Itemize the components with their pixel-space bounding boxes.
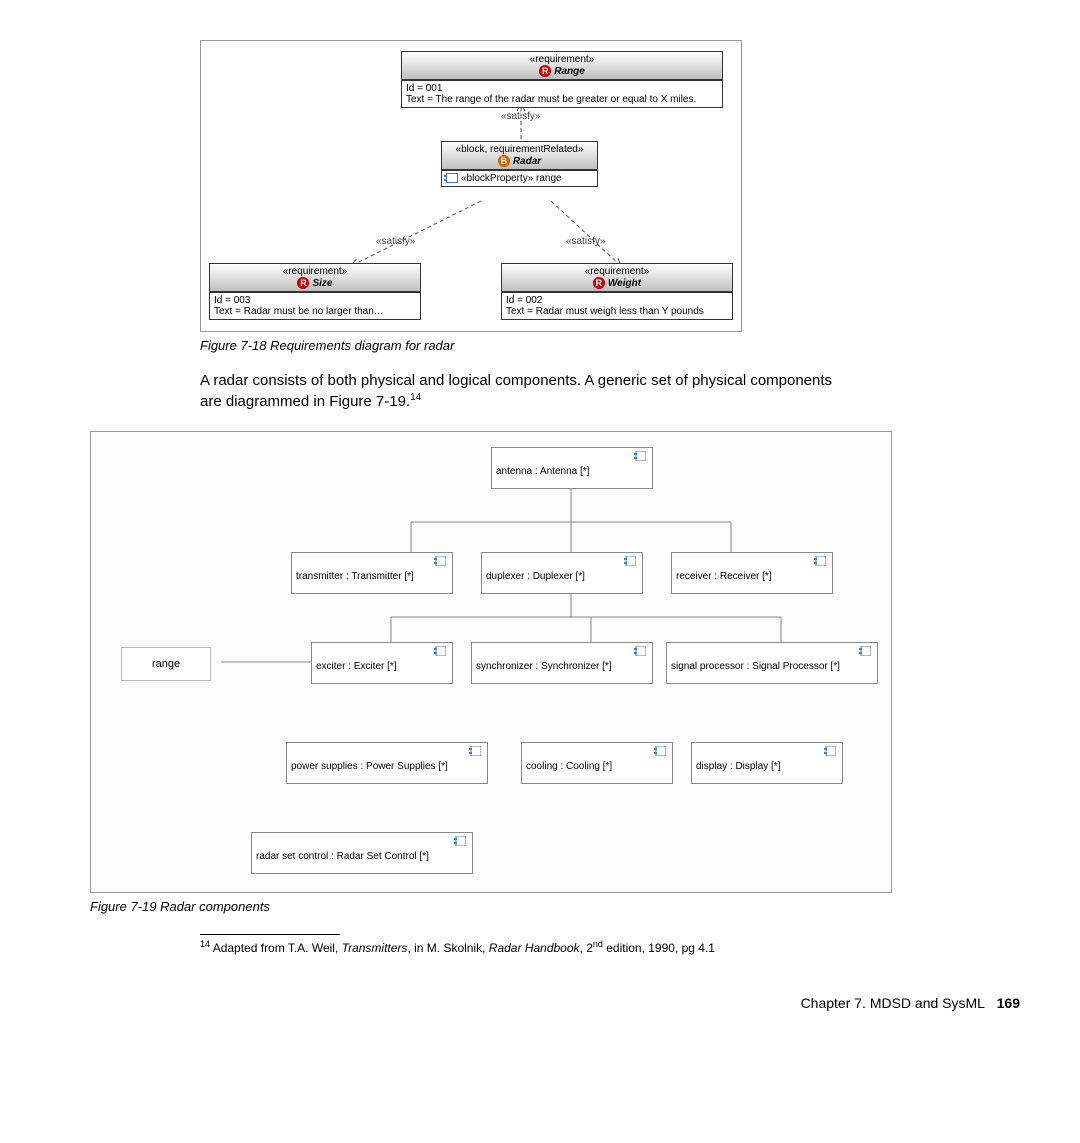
component-icon: [624, 556, 636, 569]
req-text: Text = Radar must weigh less than Y poun…: [506, 306, 728, 317]
requirement-icon: R: [539, 65, 551, 77]
req-id: Id = 001: [406, 83, 718, 94]
component-receiver: receiver : Receiver [*]: [671, 552, 833, 594]
body-paragraph: A radar consists of both physical and lo…: [200, 371, 840, 413]
range-property-box: range: [121, 647, 211, 681]
requirement-size: «requirement» RSize Id = 003 Text = Rada…: [209, 263, 421, 320]
component-duplexer: duplexer : Duplexer [*]: [481, 552, 643, 594]
satisfy-label: «satisfy»: [566, 236, 605, 247]
component-icon: [814, 556, 826, 569]
component-icon: [434, 646, 446, 659]
block-icon: B: [498, 155, 510, 167]
req-id: Id = 002: [506, 295, 728, 306]
block-property-icon: [446, 173, 458, 183]
component-radar-set-control: radar set control : Radar Set Control [*…: [251, 832, 473, 874]
component-icon: [654, 746, 666, 759]
page-footer: Chapter 7. MDSD and SysML 169: [60, 995, 1020, 1011]
stereotype-label: «requirement»: [216, 266, 414, 277]
component-icon: [634, 646, 646, 659]
requirement-icon: R: [593, 277, 605, 289]
component-icon: [634, 451, 646, 464]
figure-7-19-caption: Figure 7-19 Radar components: [90, 899, 1020, 914]
component-exciter: exciter : Exciter [*]: [311, 642, 453, 684]
component-signal-processor: signal processor : Signal Processor [*]: [666, 642, 878, 684]
satisfy-label: «satisfy»: [376, 236, 415, 247]
stereotype-label: «requirement»: [408, 54, 716, 65]
satisfy-label: «satisfy»: [501, 111, 540, 122]
block-radar: «block, requirementRelated» BRadar «bloc…: [441, 141, 598, 187]
chapter-label: Chapter 7. MDSD and SysML: [801, 995, 985, 1011]
req-text: Text = The range of the radar must be gr…: [406, 94, 718, 105]
block-title: Weight: [608, 278, 641, 289]
component-synchronizer: synchronizer : Synchronizer [*]: [471, 642, 653, 684]
component-icon: [859, 646, 871, 659]
page-number: 169: [997, 995, 1020, 1011]
component-icon: [454, 836, 466, 849]
component-antenna: antenna : Antenna [*]: [491, 447, 653, 489]
component-icon: [469, 746, 481, 759]
req-text: Text = Radar must be no larger than…: [214, 306, 416, 317]
component-transmitter: transmitter : Transmitter [*]: [291, 552, 453, 594]
block-property: «blockProperty» range: [461, 173, 562, 184]
stereotype-label: «block, requirementRelated»: [448, 144, 591, 155]
requirement-icon: R: [297, 277, 309, 289]
component-icon: [824, 746, 836, 759]
block-title: Radar: [513, 156, 541, 167]
figure-7-19-diagram: range antenna : Antenna [*] transmitter …: [90, 431, 892, 893]
component-icon: [434, 556, 446, 569]
component-power-supplies: power supplies : Power Supplies [*]: [286, 742, 488, 784]
footnote-ref: 14: [410, 392, 421, 403]
figure-7-18-diagram: «requirement» RRange Id = 001 Text = The…: [200, 40, 742, 332]
footnote-separator: [200, 934, 340, 935]
block-title: Range: [554, 66, 585, 77]
footnote-14: 14 Adapted from T.A. Weil, Transmitters,…: [200, 939, 900, 955]
stereotype-label: «requirement»: [508, 266, 726, 277]
block-title: Size: [312, 278, 332, 289]
figure-7-18-caption: Figure 7-18 Requirements diagram for rad…: [200, 338, 1020, 353]
requirement-range: «requirement» RRange Id = 001 Text = The…: [401, 51, 723, 108]
req-id: Id = 003: [214, 295, 416, 306]
component-cooling: cooling : Cooling [*]: [521, 742, 673, 784]
component-display: display : Display [*]: [691, 742, 843, 784]
requirement-weight: «requirement» RWeight Id = 002 Text = Ra…: [501, 263, 733, 320]
